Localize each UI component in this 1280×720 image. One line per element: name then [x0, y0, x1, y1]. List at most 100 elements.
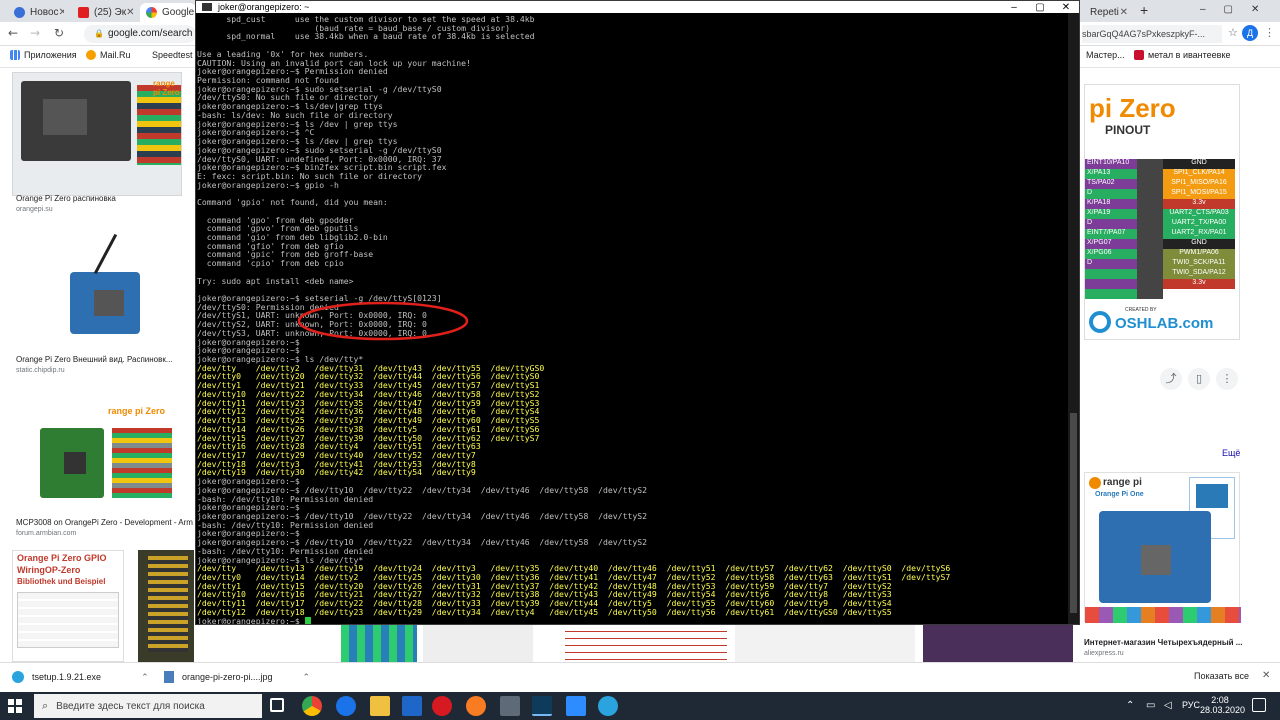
chevron-up-icon[interactable]: ⌃ — [303, 672, 311, 683]
result-title[interactable]: MCP3008 on OrangePi Zero - Development -… — [16, 518, 195, 527]
app-icon[interactable] — [500, 696, 520, 716]
volume-icon[interactable]: ◁ — [1164, 700, 1172, 711]
address-bar[interactable]: 🔒 google.com/search — [84, 25, 196, 43]
bookmark-apps[interactable]: Приложения — [10, 50, 77, 60]
telegram-icon[interactable] — [598, 696, 618, 716]
card-line: Bibliothek und Beispiel — [17, 577, 106, 586]
result-thumbnail[interactable] — [735, 625, 915, 662]
menu-icon[interactable]: ⋮ — [1264, 26, 1275, 39]
pin-label-right: UART2_RX/PA01 — [1163, 229, 1235, 239]
url-text: google.com/search — [107, 28, 193, 39]
app-icon[interactable] — [466, 696, 486, 716]
result-thumbnail[interactable] — [565, 625, 727, 662]
pin-label-left: EINT10/PA10 — [1085, 159, 1137, 169]
result-thumbnail[interactable]: range pi Zero — [12, 394, 182, 514]
browser-tab[interactable]: Repeti ✕ — [1084, 3, 1134, 22]
show-all-button[interactable]: Показать все — [1194, 671, 1249, 681]
pin-label-right: GND — [1163, 159, 1235, 169]
bookmark-master[interactable]: Мастер... — [1086, 50, 1125, 60]
bookmark-icon[interactable]: ▯ — [1188, 368, 1210, 390]
terminal-title: joker@orangepizero: ~ — [218, 2, 310, 12]
language-indicator[interactable]: РУС — [1182, 700, 1200, 710]
share-icon[interactable]: ⤴ — [1160, 368, 1182, 390]
more-icon[interactable]: ⋮ — [1216, 368, 1238, 390]
forward-icon[interactable]: → — [30, 26, 40, 40]
browser-tab[interactable]: Google — [140, 3, 196, 22]
back-icon[interactable]: ← — [8, 26, 18, 40]
more-link[interactable]: Ещё — [1222, 448, 1240, 458]
pin-row: D SPI1_MOSI/PA15 — [1085, 189, 1241, 199]
terminal-titlebar[interactable]: joker@orangepizero: ~ – ▢ ✕ — [196, 1, 1079, 13]
chevron-up-icon[interactable]: ⌃ — [141, 672, 149, 683]
result-thumbnail[interactable] — [423, 625, 533, 662]
network-icon[interactable]: ▭ — [1146, 700, 1155, 711]
chrome-icon[interactable] — [302, 696, 322, 716]
window-controls[interactable]: –▢✕ — [1200, 4, 1277, 15]
pin-row: EINT7/PA07 UART2_RX/PA01 — [1085, 229, 1241, 239]
download-item[interactable]: tsetup.1.9.21.exe ⌃ — [12, 671, 149, 683]
result-thumbnail[interactable] — [923, 625, 1073, 662]
store-icon[interactable] — [402, 696, 422, 716]
photos-icon[interactable] — [566, 696, 586, 716]
product-title[interactable]: Интернет-магазин Четырехъядерный ... — [1084, 638, 1244, 647]
onedrive-icon[interactable] — [336, 696, 356, 716]
result-title[interactable]: Orange Pi Zero распиновка — [16, 194, 186, 203]
windows-start-icon[interactable] — [8, 699, 22, 713]
scrollbar-thumb[interactable] — [1070, 413, 1077, 613]
bookmark-speedtest[interactable]: Speedtest — [152, 50, 193, 60]
telegram-icon — [12, 671, 24, 683]
maximize-icon[interactable]: ▢ — [1027, 2, 1053, 13]
close-icon[interactable]: ✕ — [1120, 7, 1128, 18]
result-thumbnail[interactable] — [138, 550, 194, 662]
chip-image — [1141, 545, 1171, 575]
bookmark-metal[interactable]: метал в ивантеевке — [1134, 50, 1231, 60]
terminal-line: joker@orangepizero:~$ — [197, 616, 1068, 624]
taskbar-search-box[interactable]: ⌕ Введите здесь текст для поиска — [34, 694, 262, 718]
tray-chevron-icon[interactable]: ⌃ — [1126, 700, 1134, 711]
terminal-line: Command 'gpio' not found, did you mean: — [197, 197, 388, 208]
terminal-cursor — [304, 617, 311, 624]
table-image — [17, 592, 119, 648]
pin-label-left — [1085, 289, 1137, 299]
close-icon[interactable]: ✕ — [1053, 2, 1079, 13]
reload-icon[interactable]: ↻ — [54, 26, 64, 40]
browser-tab[interactable]: Новос ✕ — [8, 3, 64, 22]
clock-time: 2:08 — [1211, 695, 1229, 705]
profile-avatar[interactable]: Д — [1242, 25, 1258, 41]
new-tab-icon[interactable]: + — [1140, 2, 1148, 18]
task-view-icon[interactable] — [270, 698, 284, 712]
pin-label-right: SPI1_MOSI/PA15 — [1163, 189, 1235, 199]
yandex-icon[interactable] — [432, 696, 452, 716]
close-icon[interactable]: ✕ — [1262, 670, 1270, 681]
result-thumbnail[interactable] — [12, 232, 182, 350]
result-thumbnail[interactable]: range pi Zero — [12, 72, 182, 196]
terminal-line: Try: sudo apt install <deb name> — [197, 275, 354, 286]
youtube-icon — [78, 7, 89, 18]
pin-header — [1137, 209, 1163, 219]
file-explorer-icon[interactable] — [370, 696, 390, 716]
result-thumbnail[interactable]: Orange Pi Zero GPIO WiringOP-Zero Biblio… — [12, 550, 124, 662]
terminal-window[interactable]: joker@orangepizero: ~ – ▢ ✕ spd_cust use… — [195, 0, 1080, 625]
download-item[interactable]: orange-pi-zero-pi....jpg ⌃ — [164, 671, 310, 683]
bookmark-mailru[interactable]: Mail.Ru — [86, 50, 131, 60]
browser-tab[interactable]: (25) Эк ✕ — [72, 3, 134, 22]
clock[interactable]: 2:08 28.03.2020 — [1200, 695, 1245, 715]
terminal-scrollbar[interactable] — [1068, 13, 1079, 624]
pin-header — [1137, 169, 1163, 179]
product-name: Orange Pi One — [1095, 491, 1144, 498]
putty-icon[interactable] — [532, 696, 552, 716]
preview-image[interactable]: pi Zero PINOUT EINT10/PA10 GND X/PA13 SPI1_… — [1084, 84, 1240, 340]
board-image — [148, 556, 188, 652]
result-source: orangepi.su — [16, 206, 53, 213]
close-icon[interactable]: ✕ — [126, 7, 134, 18]
star-icon[interactable]: ☆ — [1228, 26, 1238, 39]
result-title[interactable]: Orange Pi Zero Внешний вид. Распиновк... — [16, 355, 186, 364]
pin-label-left: X/PG06 — [1085, 249, 1137, 259]
result-thumbnail[interactable] — [341, 625, 417, 662]
notifications-icon[interactable] — [1252, 698, 1266, 712]
product-thumbnail[interactable]: range pi Orange Pi One — [1084, 472, 1241, 623]
close-icon[interactable]: ✕ — [59, 7, 64, 18]
address-bar-tail[interactable]: sbarGqQ4AG7sPxkeszpkyF-... — [1082, 25, 1222, 43]
minimize-icon[interactable]: – — [1001, 2, 1027, 13]
tab-label: Новос — [30, 7, 59, 18]
